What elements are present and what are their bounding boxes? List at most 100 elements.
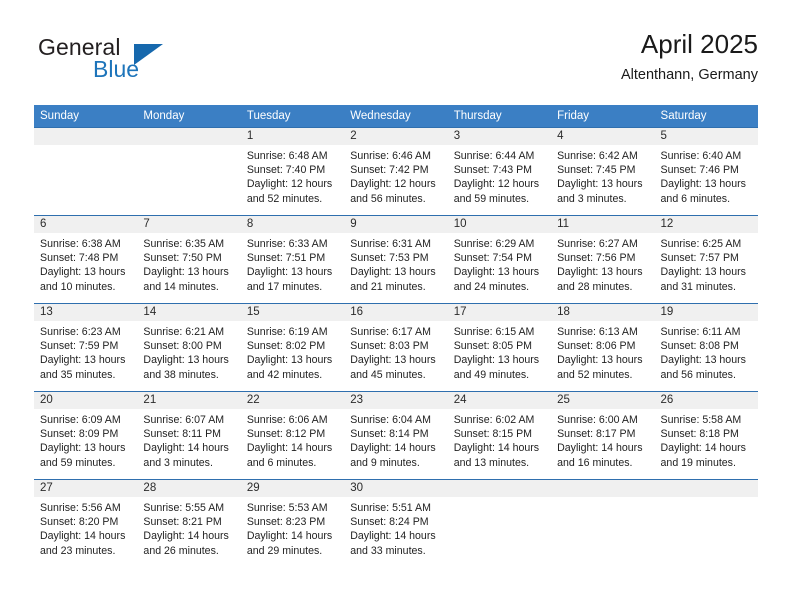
day-cell[interactable]: 5 Sunrise: 6:40 AM Sunset: 7:46 PM Daylight… [654, 127, 758, 215]
day-cell[interactable]: 28 Sunrise: 5:55 AM Sunset: 8:21 PM Dayligh… [137, 479, 241, 567]
day-details: Sunrise: 5:51 AM Sunset: 8:24 PM Daylight:… [344, 497, 447, 558]
sunrise-text: Sunrise: 6:00 AM [557, 414, 638, 426]
day-details: Sunrise: 6:23 AM Sunset: 7:59 PM Daylight:… [34, 321, 137, 382]
sunset-text: Sunset: 8:05 PM [453, 340, 533, 353]
day-cell[interactable]: 21 Sunrise: 6:07 AM Sunset: 8:11 PM Dayligh… [137, 391, 241, 479]
daylight-text: Daylight: 13 hours and 52 minutes. [557, 354, 643, 381]
day-cell[interactable]: 10 Sunrise: 6:29 AM Sunset: 7:54 PM Dayligh… [447, 215, 552, 303]
day-number: 21 [137, 392, 241, 409]
day-cell[interactable]: 30 Sunrise: 5:51 AM Sunset: 8:24 PM Dayligh… [344, 479, 448, 567]
day-cell[interactable]: 19 Sunrise: 6:11 AM Sunset: 8:08 PM Dayligh… [654, 303, 758, 391]
day-cell[interactable]: 7 Sunrise: 6:35 AM Sunset: 7:50 PM Daylight… [137, 215, 241, 303]
daylight-text: Daylight: 14 hours and 9 minutes. [350, 442, 436, 469]
sunset-text: Sunset: 8:08 PM [660, 340, 739, 353]
empty-day-cell [137, 127, 241, 215]
sunrise-text: Sunrise: 6:44 AM [453, 150, 535, 162]
sunset-text: Sunset: 8:02 PM [246, 340, 326, 353]
day-cell[interactable]: 24 Sunrise: 6:02 AM Sunset: 8:15 PM Dayligh… [447, 391, 552, 479]
day-details: Sunrise: 5:56 AM Sunset: 8:20 PM Daylight:… [34, 497, 137, 558]
day-details: Sunrise: 6:46 AM Sunset: 7:42 PM Daylight:… [344, 145, 447, 206]
sunrise-text: Sunrise: 5:51 AM [350, 502, 431, 514]
calendar-cell: 2 Sunrise: 6:46 AM Sunset: 7:42 PM Daylight… [344, 127, 448, 215]
weekday-header-wednesday: Wednesday [344, 105, 448, 127]
daylight-text: Daylight: 14 hours and 23 minutes. [40, 530, 126, 557]
day-cell[interactable]: 11 Sunrise: 6:27 AM Sunset: 7:56 PM Dayligh… [551, 215, 655, 303]
day-details: Sunrise: 6:42 AM Sunset: 7:45 PM Daylight:… [551, 145, 654, 206]
sunset-text: Sunset: 8:06 PM [557, 340, 636, 353]
empty-day-cell [34, 127, 138, 215]
day-number: 2 [344, 128, 448, 145]
calendar-cell: 5 Sunrise: 6:40 AM Sunset: 7:46 PM Daylight… [654, 127, 758, 215]
calendar-week-row: 13 Sunrise: 6:23 AM Sunset: 7:59 PM Dayligh… [34, 303, 758, 391]
brand-name-blue: Blue [93, 56, 140, 82]
calendar-cell: 9 Sunrise: 6:31 AM Sunset: 7:53 PM Daylight… [344, 215, 448, 303]
sunrise-text: Sunrise: 6:33 AM [246, 238, 328, 250]
day-cell[interactable]: 13 Sunrise: 6:23 AM Sunset: 7:59 PM Dayligh… [34, 303, 138, 391]
day-number: 17 [447, 304, 552, 321]
calendar-cell-empty [447, 479, 552, 567]
weekday-header-thursday: Thursday [447, 105, 552, 127]
calendar-cell: 20 Sunrise: 6:09 AM Sunset: 8:09 PM Dayligh… [34, 391, 138, 479]
calendar-cell: 18 Sunrise: 6:13 AM Sunset: 8:06 PM Dayligh… [551, 303, 655, 391]
day-cell[interactable]: 18 Sunrise: 6:13 AM Sunset: 8:06 PM Dayligh… [551, 303, 655, 391]
sunset-text: Sunset: 8:03 PM [350, 340, 429, 353]
day-number: 4 [551, 128, 655, 145]
empty-day-cell [654, 479, 758, 567]
day-cell[interactable]: 6 Sunrise: 6:38 AM Sunset: 7:48 PM Daylight… [34, 215, 138, 303]
day-details: Sunrise: 6:40 AM Sunset: 7:46 PM Daylight:… [655, 145, 758, 206]
day-details: Sunrise: 6:44 AM Sunset: 7:43 PM Daylight:… [448, 145, 551, 206]
day-cell[interactable]: 9 Sunrise: 6:31 AM Sunset: 7:53 PM Daylight… [344, 215, 448, 303]
day-cell[interactable]: 16 Sunrise: 6:17 AM Sunset: 8:03 PM Dayligh… [344, 303, 448, 391]
brand-logo[interactable]: General Blue [38, 34, 268, 92]
day-cell[interactable]: 12 Sunrise: 6:25 AM Sunset: 7:57 PM Dayligh… [654, 215, 758, 303]
day-number: 25 [551, 392, 655, 409]
daylight-text: Daylight: 14 hours and 16 minutes. [557, 442, 643, 469]
day-cell[interactable]: 14 Sunrise: 6:21 AM Sunset: 8:00 PM Dayligh… [137, 303, 241, 391]
daylight-text: Daylight: 13 hours and 38 minutes. [143, 354, 229, 381]
calendar-cell: 12 Sunrise: 6:25 AM Sunset: 7:57 PM Dayligh… [654, 215, 758, 303]
day-number: 29 [240, 480, 345, 497]
day-cell[interactable]: 17 Sunrise: 6:15 AM Sunset: 8:05 PM Dayligh… [447, 303, 552, 391]
calendar-cell-empty [654, 479, 758, 567]
calendar-cell: 1 Sunrise: 6:48 AM Sunset: 7:40 PM Daylight… [240, 127, 345, 215]
sunset-text: Sunset: 7:51 PM [246, 252, 326, 265]
day-cell[interactable]: 25 Sunrise: 6:00 AM Sunset: 8:17 PM Dayligh… [551, 391, 655, 479]
daylight-text: Daylight: 13 hours and 59 minutes. [40, 442, 126, 469]
calendar-cell: 3 Sunrise: 6:44 AM Sunset: 7:43 PM Daylight… [447, 127, 552, 215]
day-cell[interactable]: 22 Sunrise: 6:06 AM Sunset: 8:12 PM Dayligh… [240, 391, 345, 479]
sunrise-text: Sunrise: 6:19 AM [246, 326, 328, 338]
day-number: 23 [344, 392, 448, 409]
sunrise-text: Sunrise: 5:53 AM [246, 502, 328, 514]
day-details: Sunrise: 6:25 AM Sunset: 7:57 PM Daylight:… [655, 233, 758, 294]
empty-day-strip [447, 480, 552, 497]
day-cell[interactable]: 15 Sunrise: 6:19 AM Sunset: 8:02 PM Dayligh… [240, 303, 345, 391]
day-cell[interactable]: 23 Sunrise: 6:04 AM Sunset: 8:14 PM Dayligh… [344, 391, 448, 479]
day-cell[interactable]: 20 Sunrise: 6:09 AM Sunset: 8:09 PM Dayligh… [34, 391, 138, 479]
day-cell[interactable]: 3 Sunrise: 6:44 AM Sunset: 7:43 PM Daylight… [447, 127, 552, 215]
sunset-text: Sunset: 7:56 PM [557, 252, 636, 265]
weekday-header-row: Sunday Monday Tuesday Wednesday Thursday… [34, 105, 758, 127]
day-cell[interactable]: 26 Sunrise: 5:58 AM Sunset: 8:18 PM Dayligh… [654, 391, 758, 479]
location-subtitle: Altenthann, Germany [620, 67, 758, 83]
daylight-text: Daylight: 13 hours and 28 minutes. [557, 266, 643, 293]
empty-day-strip [137, 128, 241, 145]
day-cell[interactable]: 8 Sunrise: 6:33 AM Sunset: 7:51 PM Daylight… [240, 215, 345, 303]
sunset-text: Sunset: 8:15 PM [453, 428, 533, 441]
day-number: 1 [240, 128, 345, 145]
daylight-text: Daylight: 14 hours and 26 minutes. [143, 530, 229, 557]
day-number: 3 [447, 128, 552, 145]
calendar-cell: 6 Sunrise: 6:38 AM Sunset: 7:48 PM Daylight… [34, 215, 138, 303]
day-number: 26 [654, 392, 758, 409]
day-cell[interactable]: 29 Sunrise: 5:53 AM Sunset: 8:23 PM Dayligh… [240, 479, 345, 567]
sunset-text: Sunset: 7:45 PM [557, 164, 636, 177]
sunset-text: Sunset: 8:09 PM [40, 428, 119, 441]
day-cell[interactable]: 4 Sunrise: 6:42 AM Sunset: 7:45 PM Daylight… [551, 127, 655, 215]
calendar-cell: 10 Sunrise: 6:29 AM Sunset: 7:54 PM Dayligh… [447, 215, 552, 303]
day-details: Sunrise: 6:33 AM Sunset: 7:51 PM Daylight:… [241, 233, 344, 294]
daylight-text: Daylight: 13 hours and 14 minutes. [143, 266, 229, 293]
day-details: Sunrise: 5:58 AM Sunset: 8:18 PM Daylight:… [655, 409, 758, 470]
daylight-text: Daylight: 13 hours and 3 minutes. [557, 178, 643, 205]
day-cell[interactable]: 2 Sunrise: 6:46 AM Sunset: 7:42 PM Daylight… [344, 127, 448, 215]
day-cell[interactable]: 27 Sunrise: 5:56 AM Sunset: 8:20 PM Dayligh… [34, 479, 138, 567]
day-cell[interactable]: 1 Sunrise: 6:48 AM Sunset: 7:40 PM Daylight… [240, 127, 345, 215]
